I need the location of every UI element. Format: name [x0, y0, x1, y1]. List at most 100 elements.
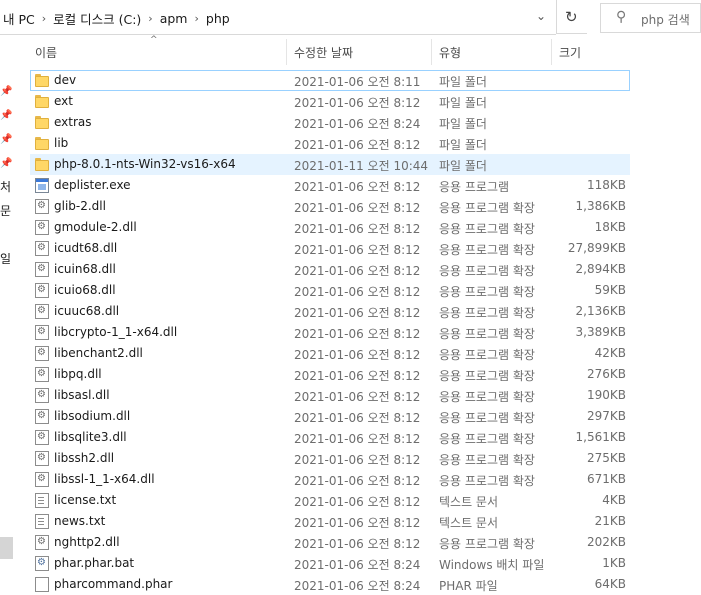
file-row[interactable]: glib-2.dll 2021-01-06 오전 8:12 응용 프로그램 확장 1,…	[30, 196, 630, 217]
file-icon	[35, 577, 49, 592]
file-name: libcrypto-1_1-x64.dll	[54, 325, 178, 339]
column-size[interactable]: 크기	[559, 44, 581, 61]
folder-icon	[35, 94, 49, 109]
file-type: 응용 프로그램 확장	[439, 327, 535, 341]
file-name: dev	[54, 73, 77, 87]
column-divider[interactable]	[551, 39, 552, 65]
file-size: 1,561KB	[575, 430, 626, 444]
file-name: deplister.exe	[54, 178, 131, 192]
nav-item-label[interactable]: 처	[0, 178, 11, 195]
file-row[interactable]: dev 2021-01-06 오전 8:11 파일 폴더	[30, 70, 630, 91]
file-modified-date: 2021-01-06 오전 8:24	[294, 117, 421, 131]
sort-ascending-icon: ^	[150, 35, 158, 45]
file-type: 응용 프로그램 확장	[439, 390, 535, 404]
file-row[interactable]: deplister.exe 2021-01-06 오전 8:12 응용 프로그램 11…	[30, 175, 630, 196]
file-row[interactable]: icuin68.dll 2021-01-06 오전 8:12 응용 프로그램 확장 2…	[30, 259, 630, 280]
file-name: icuuc68.dll	[54, 304, 120, 318]
refresh-icon: ↻	[565, 8, 578, 26]
file-type: 파일 폴더	[439, 138, 487, 152]
nav-item-label[interactable]: 일	[0, 250, 11, 267]
nav-item-label[interactable]: 문	[0, 202, 11, 219]
file-name: libsodium.dll	[54, 409, 131, 423]
file-modified-date: 2021-01-06 오전 8:12	[294, 390, 421, 404]
dll-icon	[35, 199, 49, 214]
file-modified-date: 2021-01-06 오전 8:12	[294, 495, 421, 509]
file-row[interactable]: libenchant2.dll 2021-01-06 오전 8:12 응용 프로그램…	[30, 343, 630, 364]
column-name[interactable]: 이름	[35, 44, 57, 61]
file-size: 42KB	[594, 346, 626, 360]
folder-icon	[35, 73, 49, 88]
file-size: 190KB	[586, 388, 626, 402]
address-bar[interactable]: 내 PC › 로컬 디스크 (C:) › apm › php ⌄	[0, 0, 556, 35]
folder-icon	[35, 115, 49, 130]
file-modified-date: 2021-01-06 오전 8:12	[294, 369, 421, 383]
dll-icon	[35, 472, 49, 487]
breadcrumb-local-disk[interactable]: 로컬 디스크 (C:)	[53, 9, 141, 28]
file-row[interactable]: libsodium.dll 2021-01-06 오전 8:12 응용 프로그램 확…	[30, 406, 630, 427]
file-row[interactable]: nghttp2.dll 2021-01-06 오전 8:12 응용 프로그램 확장 2…	[30, 532, 630, 553]
search-box[interactable]: ⚲ php 검색	[600, 3, 701, 33]
file-size: 64KB	[594, 577, 626, 591]
refresh-button[interactable]: ↻	[556, 0, 587, 34]
file-row[interactable]: gmodule-2.dll 2021-01-06 오전 8:12 응용 프로그램 확…	[30, 217, 630, 238]
file-size: 21KB	[594, 514, 626, 528]
dll-icon	[35, 283, 49, 298]
file-size: 1KB	[602, 556, 626, 570]
file-row[interactable]: libpq.dll 2021-01-06 오전 8:12 응용 프로그램 확장 276…	[30, 364, 630, 385]
file-row[interactable]: libssh2.dll 2021-01-06 오전 8:12 응용 프로그램 확장 2…	[30, 448, 630, 469]
breadcrumb-apm[interactable]: apm	[160, 11, 188, 26]
file-type: 파일 폴더	[439, 159, 487, 173]
file-row[interactable]: libsasl.dll 2021-01-06 오전 8:12 응용 프로그램 확장 1…	[30, 385, 630, 406]
column-date[interactable]: 수정한 날짜	[294, 44, 353, 61]
file-size: 18KB	[594, 220, 626, 234]
file-name: phar.phar.bat	[54, 556, 135, 570]
file-name: php-8.0.1-nts-Win32-vs16-x64	[54, 157, 236, 171]
column-divider[interactable]	[431, 39, 432, 65]
breadcrumb-separator-icon[interactable]: ›	[42, 12, 46, 25]
file-name: nghttp2.dll	[54, 535, 120, 549]
pin-icon: 📌	[0, 134, 13, 145]
file-type: 파일 폴더	[439, 117, 487, 131]
file-row[interactable]: icuuc68.dll 2021-01-06 오전 8:12 응용 프로그램 확장 2…	[30, 301, 630, 322]
file-row[interactable]: license.txt 2021-01-06 오전 8:12 텍스트 문서 4KB	[30, 490, 630, 511]
file-size: 276KB	[586, 367, 626, 381]
column-header: ^ 이름 수정한 날짜 유형 크기	[30, 35, 630, 66]
file-row[interactable]: icudt68.dll 2021-01-06 오전 8:12 응용 프로그램 확장 2…	[30, 238, 630, 259]
column-divider[interactable]	[286, 39, 287, 65]
dll-icon	[35, 535, 49, 550]
batch-file-icon	[35, 556, 49, 571]
file-modified-date: 2021-01-06 오전 8:12	[294, 327, 421, 341]
breadcrumb-separator-icon[interactable]: ›	[148, 12, 152, 25]
dll-icon	[35, 241, 49, 256]
dll-icon	[35, 220, 49, 235]
chevron-down-icon[interactable]: ⌄	[531, 9, 551, 27]
file-row[interactable]: php-8.0.1-nts-Win32-vs16-x64 2021-01-11 오…	[30, 154, 630, 175]
file-name: ext	[54, 94, 73, 108]
file-row[interactable]: extras 2021-01-06 오전 8:24 파일 폴더	[30, 112, 630, 133]
text-file-icon	[35, 493, 49, 508]
file-row[interactable]: libsqlite3.dll 2021-01-06 오전 8:12 응용 프로그램 …	[30, 427, 630, 448]
file-row[interactable]: icuio68.dll 2021-01-06 오전 8:12 응용 프로그램 확장 5…	[30, 280, 630, 301]
breadcrumb: 내 PC › 로컬 디스크 (C:) › apm › php	[3, 9, 230, 27]
breadcrumb-this-pc[interactable]: 내 PC	[3, 9, 35, 28]
file-size: 1,386KB	[575, 199, 626, 213]
file-row[interactable]: ext 2021-01-06 오전 8:12 파일 폴더	[30, 91, 630, 112]
file-name: extras	[54, 115, 92, 129]
file-type: Windows 배치 파일	[439, 558, 545, 572]
file-row[interactable]: libssl-1_1-x64.dll 2021-01-06 오전 8:12 응용 프…	[30, 469, 630, 490]
file-type: 응용 프로그램 확장	[439, 537, 535, 551]
nav-selected-item[interactable]	[0, 537, 13, 559]
file-modified-date: 2021-01-06 오전 8:12	[294, 453, 421, 467]
dll-icon	[35, 430, 49, 445]
column-type[interactable]: 유형	[439, 44, 461, 61]
file-row[interactable]: news.txt 2021-01-06 오전 8:12 텍스트 문서 21KB	[30, 511, 630, 532]
file-modified-date: 2021-01-06 오전 8:12	[294, 537, 421, 551]
breadcrumb-separator-icon[interactable]: ›	[194, 12, 198, 25]
file-type: 응용 프로그램 확장	[439, 306, 535, 320]
file-row[interactable]: libcrypto-1_1-x64.dll 2021-01-06 오전 8:12 응…	[30, 322, 630, 343]
file-row[interactable]: phar.phar.bat 2021-01-06 오전 8:24 Windows 배…	[30, 553, 630, 574]
file-size: 118KB	[586, 178, 626, 192]
file-row[interactable]: lib 2021-01-06 오전 8:12 파일 폴더	[30, 133, 630, 154]
breadcrumb-php[interactable]: php	[206, 11, 230, 26]
file-name: pharcommand.phar	[54, 577, 173, 591]
